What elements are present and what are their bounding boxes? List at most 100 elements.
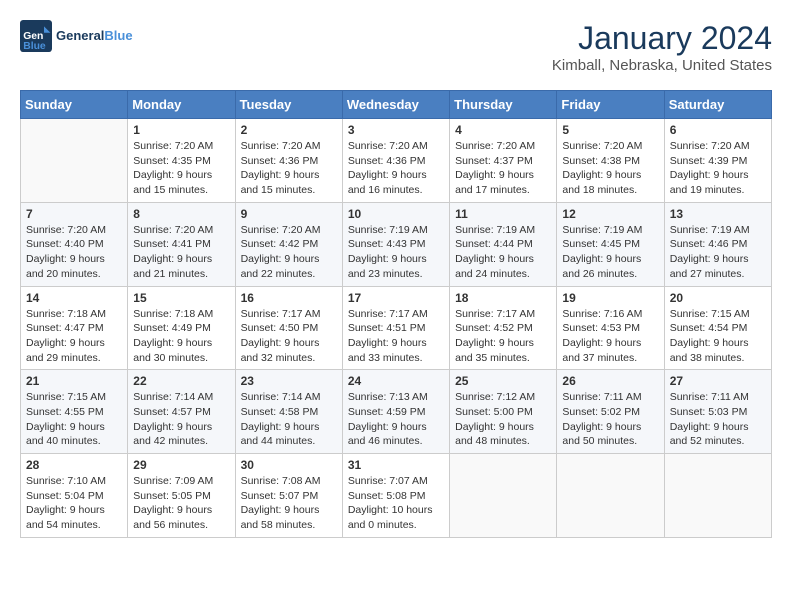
day-info: Sunrise: 7:16 AM Sunset: 4:53 PM Dayligh… xyxy=(562,307,658,366)
calendar-cell: 6 Sunrise: 7:20 AM Sunset: 4:39 PM Daylig… xyxy=(664,119,771,203)
day-number: 6 xyxy=(670,123,766,137)
day-info: Sunrise: 7:20 AM Sunset: 4:37 PM Dayligh… xyxy=(455,139,551,198)
day-number: 12 xyxy=(562,207,658,221)
day-number: 2 xyxy=(241,123,337,137)
calendar-day-header: Tuesday xyxy=(235,91,342,119)
day-info: Sunrise: 7:09 AM Sunset: 5:05 PM Dayligh… xyxy=(133,474,229,533)
calendar-cell: 23Sunrise: 7:14 AM Sunset: 4:58 PM Dayli… xyxy=(235,370,342,454)
day-info: Sunrise: 7:15 AM Sunset: 4:54 PM Dayligh… xyxy=(670,307,766,366)
page-subtitle: Kimball, Nebraska, United States xyxy=(552,57,772,74)
day-number: 14 xyxy=(26,291,122,305)
calendar-cell: 31 Sunrise: 7:07 AM Sunset: 5:08 PM Dayli… xyxy=(342,454,449,538)
day-number: 22 xyxy=(133,374,229,388)
calendar-cell: 29 Sunrise: 7:09 AM Sunset: 5:05 PM Dayli… xyxy=(128,454,235,538)
day-number: 25 xyxy=(455,374,551,388)
calendar-cell: 21Sunrise: 7:15 AM Sunset: 4:55 PM Dayli… xyxy=(21,370,128,454)
calendar-cell xyxy=(450,454,557,538)
logo-general: General xyxy=(56,28,104,43)
calendar-cell: 27 Sunrise: 7:11 AM Sunset: 5:03 PM Dayli… xyxy=(664,370,771,454)
calendar-cell: 22 Sunrise: 7:14 AM Sunset: 4:57 PM Dayli… xyxy=(128,370,235,454)
calendar-header-row: SundayMondayTuesdayWednesdayThursdayFrid… xyxy=(21,91,772,119)
calendar-cell: 3 Sunrise: 7:20 AM Sunset: 4:36 PM Daylig… xyxy=(342,119,449,203)
day-number: 16 xyxy=(241,291,337,305)
day-number: 7 xyxy=(26,207,122,221)
day-number: 19 xyxy=(562,291,658,305)
day-info: Sunrise: 7:20 AM Sunset: 4:39 PM Dayligh… xyxy=(670,139,766,198)
calendar-day-header: Saturday xyxy=(664,91,771,119)
calendar-day-header: Thursday xyxy=(450,91,557,119)
logo-blue: Blue xyxy=(104,28,132,43)
calendar-cell: 26 Sunrise: 7:11 AM Sunset: 5:02 PM Dayli… xyxy=(557,370,664,454)
day-number: 18 xyxy=(455,291,551,305)
day-number: 5 xyxy=(562,123,658,137)
day-number: 4 xyxy=(455,123,551,137)
calendar-cell: 5Sunrise: 7:20 AM Sunset: 4:38 PM Daylig… xyxy=(557,119,664,203)
day-info: Sunrise: 7:20 AM Sunset: 4:35 PM Dayligh… xyxy=(133,139,229,198)
calendar-cell: 30 Sunrise: 7:08 AM Sunset: 5:07 PM Dayli… xyxy=(235,454,342,538)
calendar-day-header: Wednesday xyxy=(342,91,449,119)
calendar-table: SundayMondayTuesdayWednesdayThursdayFrid… xyxy=(20,90,772,538)
calendar-day-header: Monday xyxy=(128,91,235,119)
day-number: 31 xyxy=(348,458,444,472)
day-number: 26 xyxy=(562,374,658,388)
day-info: Sunrise: 7:19 AM Sunset: 4:44 PM Dayligh… xyxy=(455,223,551,282)
calendar-cell: 14 Sunrise: 7:18 AM Sunset: 4:47 PM Dayli… xyxy=(21,286,128,370)
day-info: Sunrise: 7:10 AM Sunset: 5:04 PM Dayligh… xyxy=(26,474,122,533)
day-info: Sunrise: 7:17 AM Sunset: 4:50 PM Dayligh… xyxy=(241,307,337,366)
day-number: 23 xyxy=(241,374,337,388)
calendar-cell: 15Sunrise: 7:18 AM Sunset: 4:49 PM Dayli… xyxy=(128,286,235,370)
day-info: Sunrise: 7:20 AM Sunset: 4:36 PM Dayligh… xyxy=(348,139,444,198)
day-number: 28 xyxy=(26,458,122,472)
page-title: January 2024 xyxy=(552,20,772,57)
calendar-cell: 17 Sunrise: 7:17 AM Sunset: 4:51 PM Dayli… xyxy=(342,286,449,370)
day-number: 21 xyxy=(26,374,122,388)
day-number: 24 xyxy=(348,374,444,388)
day-info: Sunrise: 7:18 AM Sunset: 4:47 PM Dayligh… xyxy=(26,307,122,366)
day-info: Sunrise: 7:11 AM Sunset: 5:02 PM Dayligh… xyxy=(562,390,658,449)
day-number: 20 xyxy=(670,291,766,305)
day-number: 27 xyxy=(670,374,766,388)
calendar-cell: 18 Sunrise: 7:17 AM Sunset: 4:52 PM Dayli… xyxy=(450,286,557,370)
day-info: Sunrise: 7:07 AM Sunset: 5:08 PM Dayligh… xyxy=(348,474,444,533)
day-number: 29 xyxy=(133,458,229,472)
day-info: Sunrise: 7:20 AM Sunset: 4:41 PM Dayligh… xyxy=(133,223,229,282)
day-number: 3 xyxy=(348,123,444,137)
day-info: Sunrise: 7:17 AM Sunset: 4:51 PM Dayligh… xyxy=(348,307,444,366)
calendar-cell: 7 Sunrise: 7:20 AM Sunset: 4:40 PM Daylig… xyxy=(21,202,128,286)
day-number: 30 xyxy=(241,458,337,472)
day-info: Sunrise: 7:20 AM Sunset: 4:40 PM Dayligh… xyxy=(26,223,122,282)
day-info: Sunrise: 7:17 AM Sunset: 4:52 PM Dayligh… xyxy=(455,307,551,366)
calendar-cell: 2Sunrise: 7:20 AM Sunset: 4:36 PM Daylig… xyxy=(235,119,342,203)
day-info: Sunrise: 7:12 AM Sunset: 5:00 PM Dayligh… xyxy=(455,390,551,449)
page-header: Gen Blue GeneralBlue January 2024 Kimbal… xyxy=(20,20,772,74)
calendar-cell: 19 Sunrise: 7:16 AM Sunset: 4:53 PM Dayli… xyxy=(557,286,664,370)
calendar-cell: 8 Sunrise: 7:20 AM Sunset: 4:41 PM Daylig… xyxy=(128,202,235,286)
day-number: 17 xyxy=(348,291,444,305)
calendar-cell: 28 Sunrise: 7:10 AM Sunset: 5:04 PM Dayli… xyxy=(21,454,128,538)
calendar-cell: 16 Sunrise: 7:17 AM Sunset: 4:50 PM Dayli… xyxy=(235,286,342,370)
day-info: Sunrise: 7:19 AM Sunset: 4:45 PM Dayligh… xyxy=(562,223,658,282)
calendar-cell: 25 Sunrise: 7:12 AM Sunset: 5:00 PM Dayli… xyxy=(450,370,557,454)
day-number: 11 xyxy=(455,207,551,221)
calendar-week-row: 1Sunrise: 7:20 AM Sunset: 4:35 PM Daylig… xyxy=(21,119,772,203)
day-info: Sunrise: 7:14 AM Sunset: 4:57 PM Dayligh… xyxy=(133,390,229,449)
calendar-cell: 11 Sunrise: 7:19 AM Sunset: 4:44 PM Dayli… xyxy=(450,202,557,286)
calendar-header: SundayMondayTuesdayWednesdayThursdayFrid… xyxy=(21,91,772,119)
day-info: Sunrise: 7:11 AM Sunset: 5:03 PM Dayligh… xyxy=(670,390,766,449)
calendar-day-header: Sunday xyxy=(21,91,128,119)
calendar-cell xyxy=(664,454,771,538)
calendar-cell: 13Sunrise: 7:19 AM Sunset: 4:46 PM Dayli… xyxy=(664,202,771,286)
svg-text:Blue: Blue xyxy=(23,41,46,52)
day-number: 10 xyxy=(348,207,444,221)
calendar-cell: 10 Sunrise: 7:19 AM Sunset: 4:43 PM Dayli… xyxy=(342,202,449,286)
calendar-week-row: 28 Sunrise: 7:10 AM Sunset: 5:04 PM Dayli… xyxy=(21,454,772,538)
logo-icon: Gen Blue xyxy=(20,20,52,52)
calendar-week-row: 7 Sunrise: 7:20 AM Sunset: 4:40 PM Daylig… xyxy=(21,202,772,286)
day-info: Sunrise: 7:08 AM Sunset: 5:07 PM Dayligh… xyxy=(241,474,337,533)
calendar-week-row: 21Sunrise: 7:15 AM Sunset: 4:55 PM Dayli… xyxy=(21,370,772,454)
day-info: Sunrise: 7:13 AM Sunset: 4:59 PM Dayligh… xyxy=(348,390,444,449)
day-info: Sunrise: 7:19 AM Sunset: 4:43 PM Dayligh… xyxy=(348,223,444,282)
day-number: 8 xyxy=(133,207,229,221)
title-block: January 2024 Kimball, Nebraska, United S… xyxy=(552,20,772,74)
day-number: 9 xyxy=(241,207,337,221)
